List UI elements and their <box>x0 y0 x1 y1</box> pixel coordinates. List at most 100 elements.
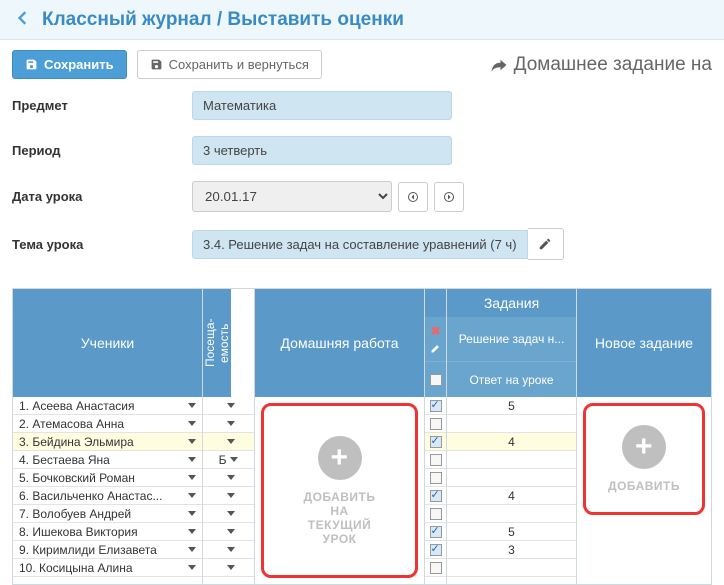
mark-cell[interactable] <box>447 505 576 523</box>
mark-cell[interactable] <box>447 469 576 487</box>
check-cell[interactable] <box>425 505 446 523</box>
attendance-cell[interactable] <box>203 559 254 577</box>
student-row[interactable]: 1. Асеева Анастасия <box>13 397 202 415</box>
chevron-down-icon[interactable] <box>188 511 196 516</box>
student-row[interactable]: 7. Волобуев Андрей <box>13 505 202 523</box>
chevron-down-icon[interactable] <box>227 547 235 552</box>
chevron-down-icon[interactable] <box>227 475 235 480</box>
check-cell[interactable] <box>425 433 446 451</box>
close-icon[interactable]: ✖ <box>430 324 440 338</box>
chevron-down-icon[interactable] <box>188 529 196 534</box>
checkbox[interactable] <box>430 490 442 502</box>
checkbox[interactable] <box>430 562 442 574</box>
subject-label: Предмет <box>12 98 192 113</box>
chevron-down-icon[interactable] <box>227 529 235 534</box>
chevron-down-icon[interactable] <box>188 493 196 498</box>
attendance-cell[interactable] <box>203 397 254 415</box>
student-row[interactable]: 8. Ишекова Виктория <box>13 523 202 541</box>
tasks-header: Задания <box>447 289 576 317</box>
attendance-cell[interactable]: Б <box>203 451 254 469</box>
attendance-cell[interactable] <box>203 505 254 523</box>
date-label: Дата урока <box>12 189 192 204</box>
chevron-down-icon[interactable] <box>227 565 235 570</box>
student-row[interactable]: 2. Атемасова Анна <box>13 415 202 433</box>
topic-edit-button[interactable] <box>528 228 564 260</box>
checkbox[interactable] <box>430 544 442 556</box>
student-row[interactable]: 5. Бочковский Роман <box>13 469 202 487</box>
chevron-down-icon[interactable] <box>188 439 196 444</box>
homework-header: Домашняя работа <box>255 289 424 397</box>
mark-cell[interactable] <box>447 559 576 577</box>
mark-cell[interactable]: 4 <box>447 487 576 505</box>
chevron-down-icon[interactable] <box>188 565 196 570</box>
check-cell[interactable] <box>425 451 446 469</box>
checkbox[interactable] <box>430 526 442 538</box>
date-prev-button[interactable] <box>398 182 428 212</box>
period-chip[interactable]: 3 четверть <box>192 136 452 165</box>
check-cell[interactable] <box>425 487 446 505</box>
page-title: Классный журнал / Выставить оценки <box>42 9 404 31</box>
student-row[interactable]: 3. Бейдина Эльмира <box>13 433 202 451</box>
checkbox[interactable] <box>430 400 442 412</box>
attendance-cell[interactable] <box>203 541 254 559</box>
task-sub: Ответ на уроке <box>447 361 576 397</box>
student-row[interactable]: 9. Киримлиди Елизавета <box>13 541 202 559</box>
student-row[interactable]: 4. Бестаева Яна <box>13 451 202 469</box>
mark-cell[interactable]: 5 <box>447 397 576 415</box>
subject-chip[interactable]: Математика <box>192 91 452 120</box>
checkbox[interactable] <box>430 472 442 484</box>
add-task-button[interactable]: + ДОБАВИТЬ <box>583 403 705 515</box>
chevron-down-icon[interactable] <box>227 511 235 516</box>
pencil-icon[interactable] <box>430 342 442 354</box>
chevron-down-icon[interactable] <box>188 421 196 426</box>
attendance-cell[interactable] <box>203 487 254 505</box>
students-header: Ученики <box>13 289 202 397</box>
attendance-header: Посеща- емость <box>203 289 231 397</box>
mark-cell[interactable] <box>447 415 576 433</box>
student-row[interactable]: 10. Косицына Алина <box>13 559 202 577</box>
mark-cell[interactable] <box>447 451 576 469</box>
attendance-cell[interactable] <box>203 433 254 451</box>
task-controls[interactable]: ✖ <box>425 317 446 361</box>
date-select[interactable]: 20.01.17 <box>192 181 392 212</box>
task-name[interactable]: Решение задач н... <box>447 317 576 361</box>
chevron-down-icon[interactable] <box>227 493 235 498</box>
checkbox[interactable] <box>430 436 442 448</box>
share-icon <box>490 56 508 74</box>
chevron-down-icon[interactable] <box>230 457 238 462</box>
chevron-down-icon[interactable] <box>188 547 196 552</box>
check-cell[interactable] <box>425 469 446 487</box>
attendance-cell[interactable] <box>203 469 254 487</box>
attendance-cell[interactable] <box>203 415 254 433</box>
date-next-button[interactable] <box>434 182 464 212</box>
chevron-down-icon[interactable] <box>227 403 235 408</box>
mark-cell[interactable]: 4 <box>447 433 576 451</box>
add-homework-button[interactable]: + ДОБАВИТЬ НА ТЕКУЩИЙ УРОК <box>261 403 418 578</box>
mark-cell[interactable]: 3 <box>447 541 576 559</box>
student-row[interactable]: 6. Васильченко Анастас... <box>13 487 202 505</box>
header-checkbox[interactable] <box>430 374 442 386</box>
save-button[interactable]: Сохранить <box>12 50 127 79</box>
mark-cell[interactable]: 5 <box>447 523 576 541</box>
checkbox[interactable] <box>430 454 442 466</box>
save-return-button[interactable]: Сохранить и вернуться <box>137 50 322 79</box>
checkbox[interactable] <box>430 418 442 430</box>
chevron-down-icon[interactable] <box>227 421 235 426</box>
check-cell[interactable] <box>425 559 446 577</box>
homework-link[interactable]: Домашнее задание на <box>490 54 712 76</box>
check-cell[interactable] <box>425 397 446 415</box>
check-cell[interactable] <box>425 541 446 559</box>
check-cell[interactable] <box>425 415 446 433</box>
topic-chip[interactable]: 3.4. Решение задач на составление уравне… <box>192 230 528 259</box>
chevron-down-icon[interactable] <box>188 475 196 480</box>
new-task-header: Новое задание <box>577 289 711 397</box>
chevron-down-icon[interactable] <box>227 439 235 444</box>
attendance-cell[interactable] <box>203 523 254 541</box>
chevron-down-icon[interactable] <box>188 403 196 408</box>
plus-icon: + <box>318 436 362 480</box>
period-label: Период <box>12 143 192 158</box>
checkbox[interactable] <box>430 508 442 520</box>
chevron-down-icon[interactable] <box>188 457 196 462</box>
check-cell[interactable] <box>425 523 446 541</box>
back-icon[interactable] <box>12 8 32 31</box>
